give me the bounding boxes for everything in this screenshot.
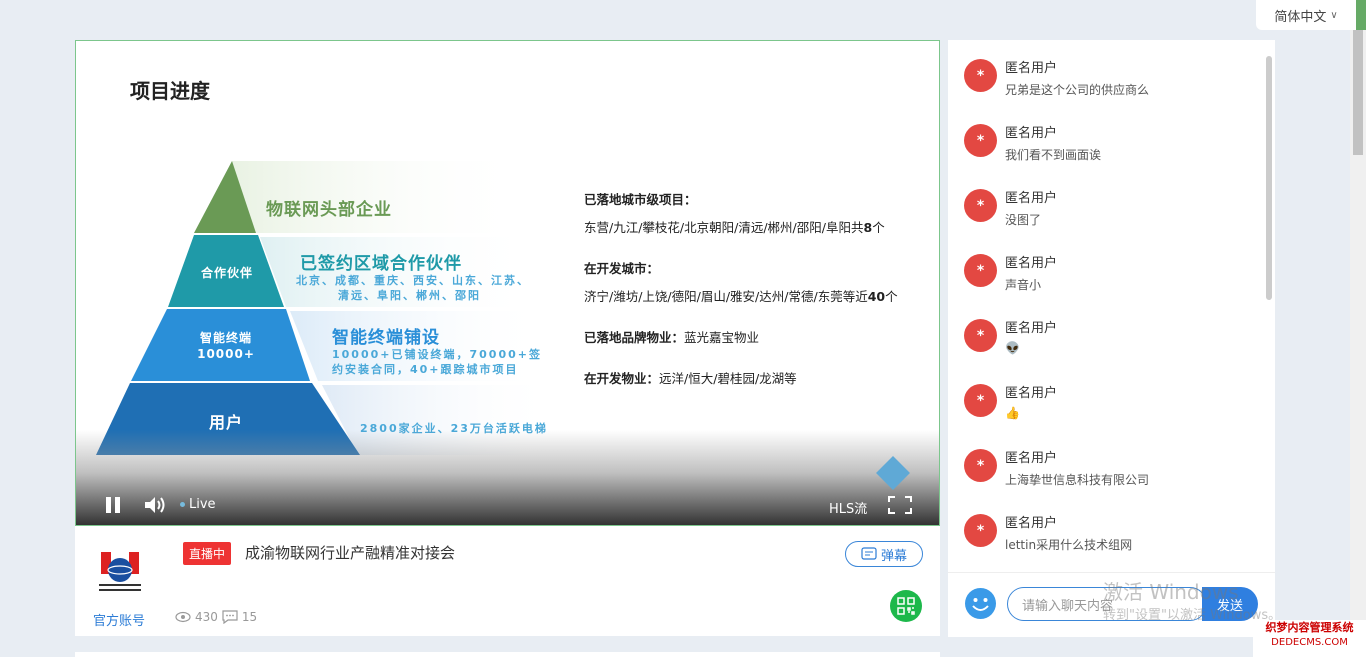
chat-emoji: 👍 [1005,406,1020,420]
pyramid-l3-sub1: 10000+已铺设终端，70000+签 [332,348,542,361]
info-text: 济宁/潍坊/上饶/德阳/眉山/雅安/达州/常德/东莞等近 [584,289,868,304]
chat-username: 匿名用户 [1005,191,1058,206]
chat-message: * 匿名用户 上海挚世信息科技有限公司 [964,447,1264,507]
chat-username: 匿名用户 [1005,61,1058,76]
info-unit: 个 [872,220,885,235]
info-text: 东营/九江/攀枝花/北京朝阳/清远/郴州/邵阳/阜阳共 [584,220,864,235]
avatar: * [964,254,997,287]
chat-message: * 匿名用户 👽 [964,317,1264,377]
avatar: * [964,59,997,92]
avatar: * [964,514,997,547]
smiley-icon [965,588,996,619]
info-number: 8 [863,220,873,235]
info-unit: 个 [885,289,898,304]
emoji-button[interactable] [964,587,997,620]
info-text: 蓝光嘉宝物业 [684,330,760,345]
chat-message: * 匿名用户 兄弟是这个公司的供应商么 [964,57,1264,117]
chat-username: 匿名用户 [1005,321,1058,336]
chat-text: 我们看不到画面诶 [1005,148,1102,162]
official-account-link[interactable]: 官方账号 [93,610,145,629]
info-heading: 已落地城市级项目： [584,192,697,207]
chat-username: 匿名用户 [1005,386,1058,401]
pyramid-l2-sub2: 清远、阜阳、郴州、邵阳 [338,289,481,302]
chat-panel: * 匿名用户 兄弟是这个公司的供应商么 * 匿名用户 我们看不到画面诶 * 匿名… [948,40,1275,637]
page-scrollbar[interactable] [1350,30,1366,657]
info-heading: 在开发城市： [584,261,660,276]
eye-icon [175,611,191,623]
pyramid-top-text: 物联网头部企业 [266,200,392,220]
organizer-logo[interactable] [95,546,145,596]
live-indicator: Live [180,497,216,512]
chat-scrollbar[interactable] [1266,56,1272,300]
danmu-button[interactable]: 弹幕 [845,541,923,567]
project-info: 已落地城市级项目： 东营/九江/攀枝花/北京朝阳/清远/郴州/邵阳/阜阳共8个 … [584,189,898,409]
pause-icon[interactable] [106,497,120,513]
chat-text: 上海挚世信息科技有限公司 [1005,473,1150,487]
pyramid-l3-label2: 10000+ [197,347,255,361]
chat-username: 匿名用户 [1005,451,1058,466]
language-label: 简体中文 [1274,9,1327,25]
avatar: * [964,384,997,417]
pyramid-diagram: 物联网头部企业 合作伙伴 已签约区域合作伙伴 北京、成都、重庆、西安、山东、江苏… [96,161,556,461]
fullscreen-icon[interactable] [888,496,912,518]
chat-username: 匿名用户 [1005,126,1058,141]
pyramid-l3-text: 智能终端铺设 [332,328,440,348]
comment-count: 15 [241,610,258,624]
pyramid-l2-label: 合作伙伴 [200,266,253,280]
chat-message: * 匿名用户 👍 [964,382,1264,442]
chat-emoji: 👽 [1005,341,1020,355]
avatar: * [964,319,997,352]
chat-text: lettin采用什么技术组网 [1005,538,1133,552]
live-status-badge: 直播中 [183,542,232,565]
video-player[interactable]: 项目进度 物联网头部企业 合作伙伴 已签约区域合作伙伴 北京、成都、重庆、西安、… [75,40,940,526]
danmu-label: 弹幕 [880,548,907,564]
chat-message: * 匿名用户 lettin采用什么技术组网 [964,512,1264,570]
comment-icon [222,610,238,624]
qr-code-button[interactable] [890,590,922,622]
chat-text: 声音小 [1005,278,1042,292]
chat-message: * 匿名用户 声音小 [964,252,1264,312]
info-heading: 在开发物业： [584,371,660,386]
scrollbar-thumb[interactable] [1353,30,1363,155]
info-number: 40 [867,289,886,304]
live-label: Live [189,497,216,512]
stream-info-bar: 官方账号 直播中 成渝物联网行业产融精准对接会 430 15 弹幕 [75,526,940,636]
danmu-icon [861,547,877,560]
pyramid-l3-label1: 智能终端 [199,331,252,345]
watermark: 织梦内容管理系统 DEDECMS.COM [1253,620,1366,657]
slide-title: 项目进度 [130,79,210,103]
volume-icon[interactable] [144,496,166,518]
content-below [75,652,940,657]
stream-stats: 430 15 [175,610,257,624]
pyramid-l3-sub2: 约安装合同，40+跟踪城市项目 [332,363,519,376]
info-heading: 已落地品牌物业： [584,330,685,345]
chat-username: 匿名用户 [1005,256,1058,271]
activate-windows-title: 激活 Windows [1103,580,1239,604]
avatar: * [964,189,997,222]
chat-message-list[interactable]: * 匿名用户 兄弟是这个公司的供应商么 * 匿名用户 我们看不到画面诶 * 匿名… [948,40,1275,570]
info-text: 远洋/恒大/碧桂园/龙湖等 [659,371,797,386]
live-dot-icon [180,502,185,507]
stream-type-button[interactable]: HLS流 [829,498,867,517]
pyramid-l2-text: 已签约区域合作伙伴 [300,254,462,274]
qr-code-icon [897,597,915,615]
chat-message: * 匿名用户 没图了 [964,187,1264,247]
chat-username: 匿名用户 [1005,516,1058,531]
window-edge [1356,0,1366,30]
chat-text: 没图了 [1005,213,1042,227]
view-count: 430 [195,610,218,624]
watermark-line2: DEDECMS.COM [1271,637,1348,648]
watermark-line1: 织梦内容管理系统 [1265,621,1354,634]
player-controls: Live HLS流 [76,485,939,525]
chat-message: * 匿名用户 我们看不到画面诶 [964,122,1264,182]
avatar: * [964,124,997,157]
chevron-down-icon: ∨ [1330,9,1338,21]
pyramid-l2-sub1: 北京、成都、重庆、西安、山东、江苏、 [296,274,530,287]
stream-title: 成渝物联网行业产融精准对接会 [245,544,456,562]
avatar: * [964,449,997,482]
chat-text: 兄弟是这个公司的供应商么 [1005,83,1150,97]
language-selector[interactable]: 简体中文 ∨ [1256,0,1356,30]
